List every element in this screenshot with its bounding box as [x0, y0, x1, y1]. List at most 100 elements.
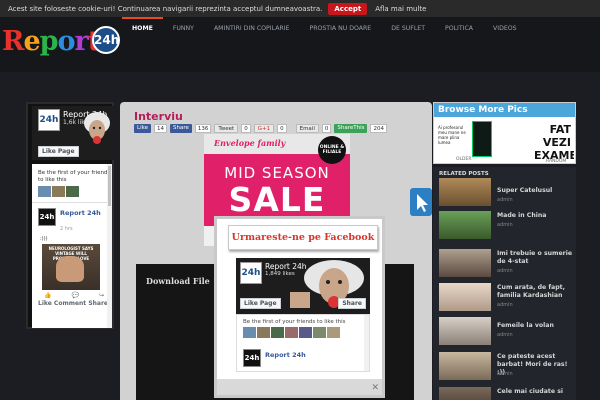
- fb-post-image[interactable]: NEUROLOGIST SAYS VINTAGE WILL PROBABLY L…: [42, 244, 100, 290]
- friend-thumb[interactable]: [271, 327, 284, 338]
- fb-like-count: 14: [153, 123, 167, 133]
- friend-thumb[interactable]: [327, 327, 340, 338]
- nav-item-funny[interactable]: FUNNY: [163, 17, 204, 41]
- related-title[interactable]: Cum arata, de fapt, familia Kardashian: [497, 284, 575, 300]
- popup-post-author[interactable]: Report 24h: [265, 351, 306, 359]
- email-button[interactable]: Email: [295, 123, 319, 133]
- related-post[interactable]: Cele mai ciudate si: [439, 387, 574, 400]
- related-thumb[interactable]: [439, 387, 491, 400]
- fb-post-face: [56, 256, 84, 282]
- fb-friends-text: Be the first of your friends to like thi…: [38, 170, 111, 183]
- popup-page-name[interactable]: Report 24h: [265, 262, 307, 271]
- friend-thumb[interactable]: [66, 186, 79, 197]
- friend-thumb[interactable]: [313, 327, 326, 338]
- related-title[interactable]: Cele mai ciudate si: [497, 388, 575, 396]
- related-post[interactable]: Imi trebuie o sumerie de 4-stat admin: [439, 249, 574, 277]
- fb-post-avatar[interactable]: 24h: [38, 208, 56, 226]
- fb-comment-action[interactable]: Comment: [54, 300, 86, 307]
- friend-thumb[interactable]: [38, 186, 51, 197]
- friend-thumb[interactable]: [243, 327, 256, 338]
- nav-item-videos[interactable]: VIDEOS: [483, 17, 527, 41]
- tweet-count: 0: [241, 123, 251, 133]
- nav-item-prostia[interactable]: PROSTIA NU DOARE: [299, 17, 381, 41]
- site-logo[interactable]: Report 24h: [2, 24, 120, 68]
- fb-like-action[interactable]: Like: [38, 300, 52, 307]
- related-thumb[interactable]: [439, 249, 491, 277]
- browse-image-2[interactable]: [472, 121, 492, 157]
- nav-item-politica[interactable]: POLITICA: [435, 17, 483, 41]
- facebook-popup: Urmareste-ne pe Facebook 24h Report 24h …: [214, 216, 385, 398]
- related-title[interactable]: Made in China: [497, 212, 575, 220]
- popup-share-button[interactable]: Share: [338, 298, 366, 309]
- friend-thumb[interactable]: [52, 186, 65, 197]
- popup-page-avatar[interactable]: 24h: [240, 262, 262, 284]
- popup-fb-feed[interactable]: Be the first of your friends to like thi…: [236, 314, 370, 372]
- popup-post-avatar[interactable]: 24h: [243, 349, 261, 367]
- related-post[interactable]: Ce pateste acest barbat! Mori de ras! :)…: [439, 352, 574, 380]
- related-title[interactable]: Femeile la volan: [497, 322, 575, 330]
- browse-image-1[interactable]: Ai profesorul meu mane ne mare plina lum…: [438, 121, 472, 151]
- related-post[interactable]: Cum arata, de fapt, familia Kardashian a…: [439, 283, 574, 311]
- cookie-more-link[interactable]: Afla mai multe: [375, 5, 426, 13]
- related-thumb[interactable]: [439, 352, 491, 380]
- popup-fb-cover: 24h Report 24h 1,849 likes Like Page Sha…: [236, 258, 370, 314]
- fb-action-icons: 👍 💬 ↪: [44, 292, 104, 299]
- share-icon[interactable]: ↪: [99, 292, 104, 299]
- fb-share-button[interactable]: Share: [169, 123, 192, 133]
- sharethis-button[interactable]: ShareThis: [334, 123, 368, 133]
- fb-share-action[interactable]: Share: [88, 300, 108, 307]
- related-title[interactable]: Super Catelusul: [497, 187, 575, 195]
- sidebar-facebook-widget: 24h Report 24h 1,6k likes Like Page Be t…: [26, 102, 114, 329]
- fb-feed[interactable]: Be the first of your friends to like thi…: [32, 164, 112, 328]
- related-thumb[interactable]: [439, 211, 491, 239]
- related-post[interactable]: Super Catelusul admin: [439, 178, 574, 206]
- browse-pics-widget: Browse More Pics Ai profesorul meu mane …: [433, 102, 576, 164]
- browse-older-button[interactable]: OLDER: [456, 157, 471, 162]
- comment-icon[interactable]: 💬: [71, 292, 78, 299]
- fb-post-author[interactable]: Report 24h: [60, 209, 101, 217]
- nav-item-de-suflet[interactable]: DE SUFLET: [381, 17, 435, 41]
- feed-divider: [32, 202, 112, 203]
- fb-feed-scrollbar[interactable]: [107, 164, 112, 328]
- related-post[interactable]: Made in China admin: [439, 211, 574, 239]
- related-thumb[interactable]: [439, 283, 491, 311]
- popup-friends-text: Be the first of your friends to like thi…: [243, 319, 346, 325]
- friend-thumb[interactable]: [257, 327, 270, 338]
- fb-like-button[interactable]: Like: [134, 123, 151, 133]
- friend-thumb[interactable]: [285, 327, 298, 338]
- related-author: admin: [497, 268, 513, 274]
- logo-badge: 24h: [92, 26, 120, 54]
- fb-post-time: 2 hrs: [60, 226, 73, 232]
- browse-random-button[interactable]: RANDOM: [546, 159, 566, 164]
- popup-title: Urmareste-ne pe Facebook: [228, 225, 378, 250]
- fb-page-avatar[interactable]: 24h: [38, 109, 60, 131]
- fb-feed-scroll-thumb[interactable]: [108, 166, 111, 206]
- related-thumb[interactable]: [439, 317, 491, 345]
- gplus-count: 0: [277, 123, 287, 133]
- related-author: admin: [497, 332, 513, 338]
- popup-friend-thumbs: [243, 327, 340, 338]
- friend-thumb[interactable]: [299, 327, 312, 338]
- browse-title[interactable]: Browse More Pics: [434, 103, 575, 117]
- gplus-button[interactable]: G+1: [253, 123, 275, 133]
- browse-image-3[interactable]: FAT VEZI EXAMEN: [534, 123, 574, 159]
- popup-feed-scrollbar[interactable]: [364, 315, 369, 371]
- promo-badge: ONLINE & FILIALE: [318, 136, 346, 164]
- download-file-link[interactable]: Download File: [146, 276, 210, 286]
- related-thumb[interactable]: [439, 178, 491, 206]
- cookie-accept-button[interactable]: Accept: [328, 2, 368, 15]
- nav-item-home[interactable]: HOME: [122, 17, 163, 41]
- close-icon[interactable]: ✕: [371, 383, 379, 393]
- email-count: 0: [321, 123, 332, 133]
- related-title[interactable]: Imi trebuie o sumerie de 4-stat: [497, 250, 575, 266]
- like-icon[interactable]: 👍: [44, 292, 51, 299]
- promo-sale: SALE: [228, 180, 326, 219]
- popup-like-page-button[interactable]: Like Page: [240, 298, 281, 309]
- nav-item-amintiri[interactable]: AMINTIRI DIN COPILARIE: [204, 17, 300, 41]
- related-post[interactable]: Femeile la volan admin: [439, 317, 574, 345]
- next-arrow-button[interactable]: [410, 188, 432, 216]
- sharethis-count: 204: [370, 123, 387, 133]
- tweet-button[interactable]: Tweet: [214, 123, 239, 133]
- popup-footer: [217, 379, 382, 395]
- fb-like-page-button[interactable]: Like Page: [38, 146, 79, 157]
